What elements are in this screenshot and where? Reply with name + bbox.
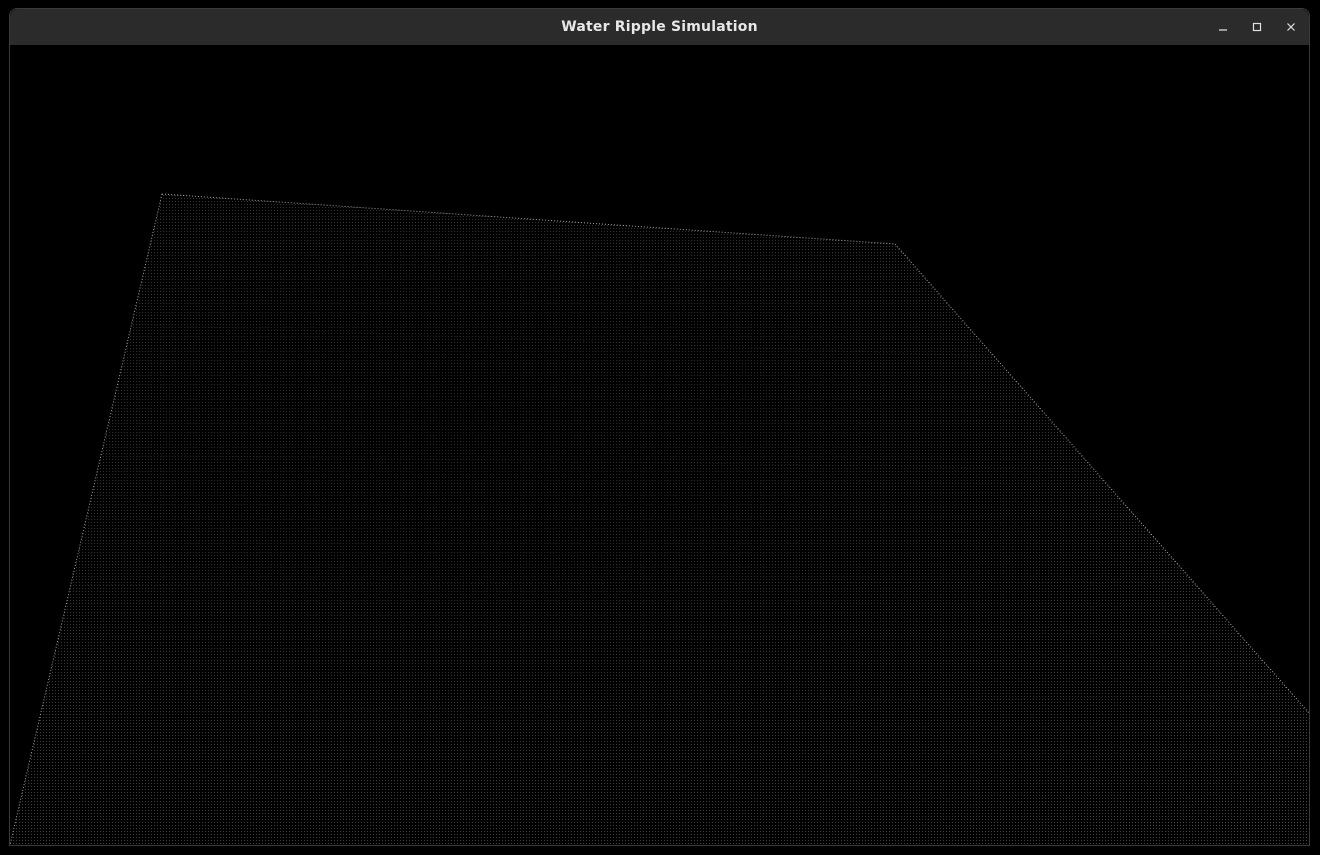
minimize-button[interactable] (1209, 13, 1237, 41)
close-icon (1285, 21, 1297, 33)
title-bar[interactable]: Water Ripple Simulation (10, 9, 1309, 46)
app-window: Water Ripple Simulation (9, 8, 1310, 846)
window-title: Water Ripple Simulation (561, 19, 758, 35)
water-surface-mesh (10, 193, 1309, 845)
render-viewport[interactable] (10, 45, 1309, 845)
maximize-icon (1251, 21, 1263, 33)
mesh-shading (10, 194, 1309, 845)
maximize-button[interactable] (1243, 13, 1271, 41)
window-controls (1209, 13, 1305, 41)
close-button[interactable] (1277, 13, 1305, 41)
minimize-icon (1217, 21, 1229, 33)
